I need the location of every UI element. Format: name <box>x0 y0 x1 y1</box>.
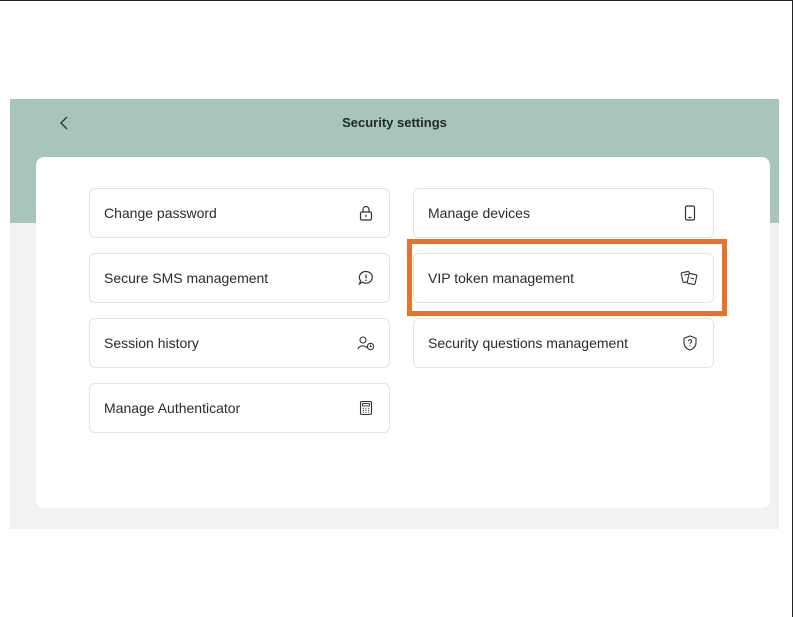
manage-devices-option[interactable]: Manage devices <box>413 188 714 238</box>
security-settings-page: Security settings Change password Manage… <box>10 99 779 529</box>
option-label: Secure SMS management <box>104 270 269 286</box>
session-history-option[interactable]: Session history <box>89 318 390 368</box>
vip-token-management-option[interactable]: VIP token management <box>413 253 714 303</box>
user-clock-icon <box>356 333 376 353</box>
calculator-icon <box>356 398 376 418</box>
manage-authenticator-option[interactable]: Manage Authenticator <box>89 383 390 433</box>
token-icon <box>680 268 700 288</box>
option-label: VIP token management <box>428 270 575 286</box>
option-label: Session history <box>104 335 199 351</box>
security-questions-management-option[interactable]: Security questions management <box>413 318 714 368</box>
page-title: Security settings <box>342 115 447 130</box>
lock-icon <box>356 203 376 223</box>
option-label: Manage devices <box>428 205 530 221</box>
phone-icon <box>680 203 700 223</box>
secure-sms-management-option[interactable]: Secure SMS management <box>89 253 390 303</box>
option-label: Change password <box>104 205 217 221</box>
option-label: Manage Authenticator <box>104 400 241 416</box>
shield-question-icon <box>680 333 700 353</box>
change-password-option[interactable]: Change password <box>89 188 390 238</box>
settings-card: Change password Manage devices Secure SM… <box>36 157 770 508</box>
option-label: Security questions management <box>428 335 628 351</box>
sms-alert-icon <box>356 268 376 288</box>
